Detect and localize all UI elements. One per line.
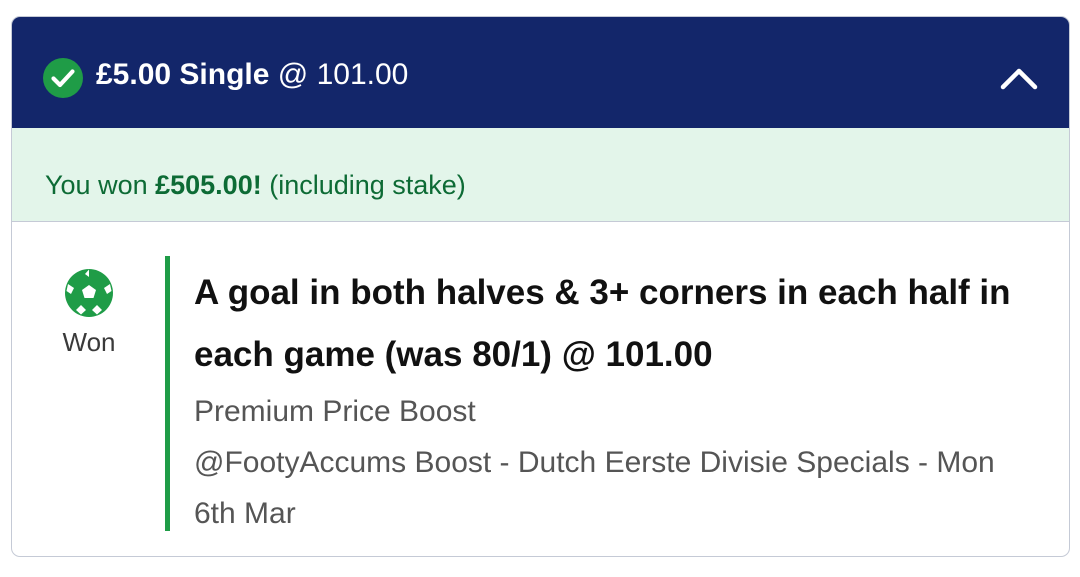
chevron-up-icon[interactable] xyxy=(997,57,1041,101)
selection-row: Won A goal in both halves & 3+ corners i… xyxy=(12,222,1069,556)
selection-status: Won xyxy=(40,268,138,360)
winnings-prefix: You won xyxy=(45,170,156,200)
selection-event: @FootyAccums Boost - Dutch Eerste Divisi… xyxy=(194,446,995,530)
winnings-banner: You won £505.00! (including stake) xyxy=(12,128,1069,222)
bet-stake: £5.00 xyxy=(96,58,172,91)
bet-summary: £5.00 Single @ 101.00 xyxy=(96,53,408,97)
selection-details: A goal in both halves & 3+ corners in ea… xyxy=(194,262,1044,539)
football-icon xyxy=(65,269,113,317)
bet-card: £5.00 Single @ 101.00 You won £505.00! (… xyxy=(11,16,1070,557)
bet-header[interactable]: £5.00 Single @ 101.00 xyxy=(12,17,1069,128)
bet-odds: @ 101.00 xyxy=(277,58,409,91)
winnings-amount: £505.00! xyxy=(155,170,262,200)
selection-title: A goal in both halves & 3+ corners in ea… xyxy=(194,273,1011,374)
bet-type: Single xyxy=(179,58,270,91)
selection-divider xyxy=(165,256,170,531)
selection-market: Premium Price Boost xyxy=(194,395,476,428)
selection-status-label: Won xyxy=(62,327,116,357)
winnings-suffix: (including stake) xyxy=(261,170,466,200)
winnings-text: You won £505.00! (including stake) xyxy=(45,165,466,205)
check-circle-icon xyxy=(43,58,83,98)
